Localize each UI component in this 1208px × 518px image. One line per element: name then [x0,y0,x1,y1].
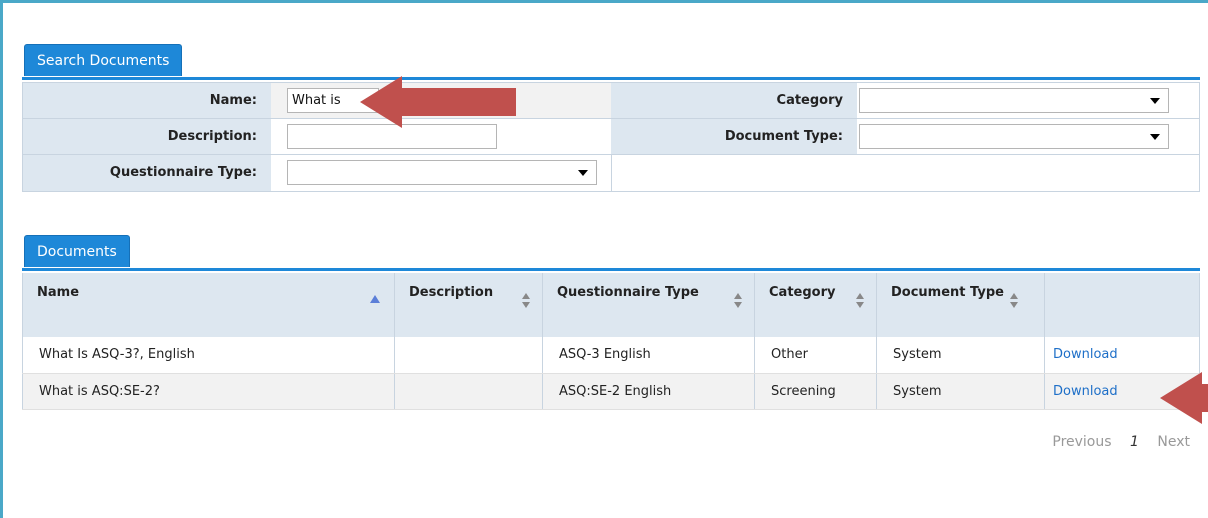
description-label: Description: [23,119,271,154]
current-page: 1 [1130,434,1139,450]
category-label: Category [611,83,857,118]
tab-search-documents[interactable]: Search Documents [24,44,183,76]
chevron-down-icon [578,170,588,176]
sort-icon [522,293,532,309]
cell-questionnaire-type: ASQ:SE-2 English [542,373,755,410]
column-header-label: Document Type [891,285,1004,300]
cell-description [394,337,543,374]
column-header-label: Category [769,285,836,300]
name-label: Name: [23,83,271,118]
column-header-actions [1044,273,1200,337]
form-row-description: Description: Document Type: [23,119,1199,155]
column-header-document-type[interactable]: Document Type [876,273,1045,337]
sort-ascending-icon [370,295,380,303]
cell-document-type: System [876,373,1045,410]
tab-documents[interactable]: Documents [24,235,130,267]
table-row: What Is ASQ-3?, English ASQ-3 English Ot… [22,337,1200,374]
sort-icon [856,293,866,309]
column-header-questionnaire-type[interactable]: Questionnaire Type [542,273,755,337]
previous-page-link[interactable]: Previous [1052,434,1111,450]
pagination: Previous 1 Next [1038,434,1190,450]
cell-description [394,373,543,410]
annotation-arrow-left-icon [1160,372,1208,424]
cell-name: What is ASQ:SE-2? [22,373,395,410]
column-header-name[interactable]: Name [22,273,395,337]
category-cell [857,83,1199,118]
document-type-label: Document Type: [611,119,857,154]
cell-name: What Is ASQ-3?, English [22,337,395,374]
chevron-down-icon [1150,98,1160,104]
column-header-description[interactable]: Description [394,273,543,337]
cell-document-type: System [876,337,1045,374]
cell-category: Screening [754,373,877,410]
table-row: What is ASQ:SE-2? ASQ:SE-2 English Scree… [22,373,1200,410]
chevron-down-icon [1150,134,1160,140]
next-page-link[interactable]: Next [1157,434,1190,450]
cell-questionnaire-type: ASQ-3 English [542,337,755,374]
empty-cell [611,155,1199,191]
download-link[interactable]: Download [1053,384,1118,399]
sort-icon [734,293,744,309]
form-row-questionnaire-type: Questionnaire Type: [23,155,1199,191]
category-select[interactable] [859,88,1169,113]
column-header-category[interactable]: Category [754,273,877,337]
column-header-label: Description [409,285,494,300]
annotation-arrow-left-icon [360,76,516,128]
questionnaire-type-cell [271,155,611,191]
search-tab-rule [22,77,1200,80]
form-row-name: Name: Category [23,83,1199,119]
sort-icon [1010,293,1020,309]
document-type-select[interactable] [859,124,1169,149]
column-header-label: Questionnaire Type [557,285,699,300]
column-header-label: Name [37,285,80,300]
download-link[interactable]: Download [1053,347,1118,362]
questionnaire-type-select[interactable] [287,160,597,185]
documents-tab-rule [22,268,1200,271]
questionnaire-type-label: Questionnaire Type: [23,155,271,191]
search-form: Name: Category Description: Document Typ… [22,82,1200,192]
document-type-cell [857,119,1199,154]
cell-category: Other [754,337,877,374]
table-header-row: Name Description Questionnaire Type Cate… [22,273,1200,337]
documents-table: Name Description Questionnaire Type Cate… [22,273,1200,410]
